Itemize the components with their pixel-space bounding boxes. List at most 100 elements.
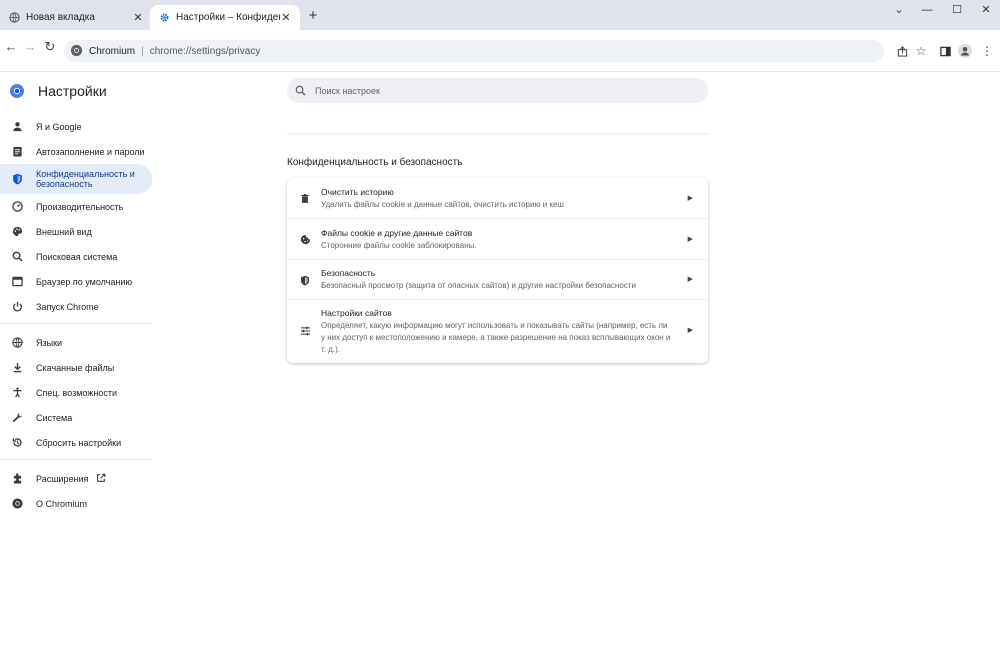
title-bar: Новая вкладка ✕ Настройки – Конфиденциал… xyxy=(0,0,1000,30)
trash-icon xyxy=(299,192,311,204)
sidebar-item-search-engine[interactable]: Поисковая система xyxy=(0,244,152,269)
row-title: Файлы cookie и другие данные сайтов xyxy=(321,228,473,238)
sidebar-item-label: Расширения xyxy=(36,473,89,484)
row-security[interactable]: Безопасность Безопасный просмотр (защита… xyxy=(287,260,708,300)
sidebar-item-performance[interactable]: Производительность xyxy=(0,194,152,219)
tab-label: Настройки – Конфиденциальн xyxy=(176,12,280,23)
row-site-settings[interactable]: Настройки сайтов Определяет, какую инфор… xyxy=(287,300,708,363)
sidebar-item-about[interactable]: О Chromium xyxy=(0,491,152,516)
sidebar-item-reset[interactable]: Сбросить настройки xyxy=(0,430,152,455)
chromium-icon xyxy=(70,44,84,58)
sidebar-item-label: Автозаполнение и пароли xyxy=(36,146,145,157)
sidebar-nav: Я и Google Автозаполнение и пароли Конфи… xyxy=(0,114,152,516)
row-subtitle: Безопасный просмотр (защита от опасных с… xyxy=(321,281,636,290)
divider xyxy=(0,459,152,460)
chevron-right-icon: ▶ xyxy=(687,327,693,334)
palette-icon xyxy=(11,226,23,238)
row-subtitle: Удалить файлы cookie и данные сайтов, оч… xyxy=(321,200,564,209)
forward-button[interactable]: → xyxy=(21,38,39,56)
sidebar-item-label: Поисковая система xyxy=(36,251,118,262)
download-icon xyxy=(11,362,23,374)
toolbar: ← → ↻ Chromium | chrome://settings/priva… xyxy=(0,30,1000,72)
clipboard-icon xyxy=(11,146,23,158)
reset-icon xyxy=(11,437,23,449)
sidebar-item-you-and-google[interactable]: Я и Google xyxy=(0,114,152,139)
sidebar-item-label: Я и Google xyxy=(36,121,82,132)
settings-search[interactable]: Поиск настроек xyxy=(287,78,708,103)
power-icon xyxy=(11,301,23,313)
section-title: Конфиденциальность и безопасность xyxy=(287,157,463,168)
tab-search-button[interactable]: ⌄ xyxy=(885,2,913,18)
chevron-right-icon: ▶ xyxy=(687,276,693,283)
divider xyxy=(0,323,152,324)
address-bar[interactable]: Chromium | chrome://settings/privacy xyxy=(64,40,884,62)
sidebar-item-label: Браузер по умолчанию xyxy=(36,276,133,287)
back-button[interactable]: ← xyxy=(2,38,20,56)
sidebar-item-appearance[interactable]: Внешний вид xyxy=(0,219,152,244)
speedometer-icon xyxy=(11,201,23,213)
sidebar-item-label: Спец. возможности xyxy=(36,387,117,398)
privacy-card: Очистить историю Удалить файлы cookie и … xyxy=(287,178,708,363)
close-window-button[interactable]: ✕ xyxy=(972,2,1000,18)
sidebar-item-label: Запуск Chrome xyxy=(36,301,99,312)
url-text[interactable]: chrome://settings/privacy xyxy=(150,46,261,57)
row-title: Безопасность xyxy=(321,268,376,278)
close-tab-icon[interactable]: ✕ xyxy=(280,12,292,24)
sidebar-item-label: Языки xyxy=(36,337,63,348)
sidebar-item-system[interactable]: Система xyxy=(0,405,152,430)
divider: | xyxy=(141,45,144,57)
sliders-icon xyxy=(299,325,311,337)
close-tab-icon[interactable]: ✕ xyxy=(132,12,144,24)
settings-brand: Настройки xyxy=(10,83,107,99)
sidebar-item-privacy[interactable]: Конфиденциальность и безопасность xyxy=(0,164,152,194)
sidebar-item-on-startup[interactable]: Запуск Chrome xyxy=(0,294,152,319)
page-title: Настройки xyxy=(38,83,107,99)
row-subtitle: Определяет, какую информацию могут испол… xyxy=(321,321,671,354)
cookie-icon xyxy=(299,233,311,245)
globe-icon xyxy=(8,12,20,24)
row-title: Очистить историю xyxy=(321,187,394,197)
globe-icon xyxy=(11,337,23,349)
sidebar-item-label: Конфиденциальность и безопасность xyxy=(36,169,135,189)
sidebar-item-label: Сбросить настройки xyxy=(36,437,122,448)
divider xyxy=(287,133,708,136)
tab-label: Новая вкладка xyxy=(26,12,95,23)
reload-button[interactable]: ↻ xyxy=(41,38,59,56)
browser-icon xyxy=(11,276,23,288)
row-clear-history[interactable]: Очистить историю Удалить файлы cookie и … xyxy=(287,178,708,218)
shield-icon xyxy=(11,173,23,185)
person-icon xyxy=(11,121,23,133)
new-tab-button[interactable]: + xyxy=(305,8,321,24)
sidebar-item-label: Производительность xyxy=(36,201,124,212)
sidebar-item-default-browser[interactable]: Браузер по умолчанию xyxy=(0,269,152,294)
side-panel-icon[interactable] xyxy=(937,43,953,59)
menu-kebab-icon[interactable]: ⋮ xyxy=(979,43,995,59)
accessibility-icon xyxy=(11,387,23,399)
shield-icon xyxy=(299,274,311,286)
external-link-icon xyxy=(96,473,107,484)
sidebar-item-extensions[interactable]: Расширения xyxy=(0,466,152,491)
gear-icon xyxy=(158,12,170,24)
row-title: Настройки сайтов xyxy=(321,308,392,318)
sidebar-item-languages[interactable]: Языки xyxy=(0,330,152,355)
sidebar-item-label: Внешний вид xyxy=(36,226,92,237)
minimize-button[interactable]: — xyxy=(913,2,941,18)
row-subtitle: Сторонние файлы cookie заблокированы. xyxy=(321,241,477,250)
sidebar-item-label: Система xyxy=(36,412,73,423)
sidebar-item-label: О Chromium xyxy=(36,498,88,509)
bookmark-star-icon[interactable]: ☆ xyxy=(913,43,929,59)
puzzle-icon xyxy=(11,473,23,485)
row-cookies[interactable]: Файлы cookie и другие данные сайтов Стор… xyxy=(287,219,708,259)
share-icon[interactable] xyxy=(894,43,910,59)
tab-settings[interactable]: Настройки – Конфиденциальн ✕ xyxy=(150,5,300,30)
sidebar-item-autofill[interactable]: Автозаполнение и пароли xyxy=(0,139,152,164)
search-input[interactable]: Поиск настроек xyxy=(315,86,380,96)
chromium-icon xyxy=(11,498,23,510)
tab-new-tab[interactable]: Новая вкладка ✕ xyxy=(0,5,152,30)
search-icon xyxy=(11,251,23,263)
sidebar-item-accessibility[interactable]: Спец. возможности xyxy=(0,380,152,405)
chromium-logo-icon xyxy=(10,84,24,98)
sidebar-item-downloads[interactable]: Скачанные файлы xyxy=(0,355,152,380)
profile-avatar-icon[interactable] xyxy=(957,43,973,59)
maximize-button[interactable]: ☐ xyxy=(943,2,971,18)
